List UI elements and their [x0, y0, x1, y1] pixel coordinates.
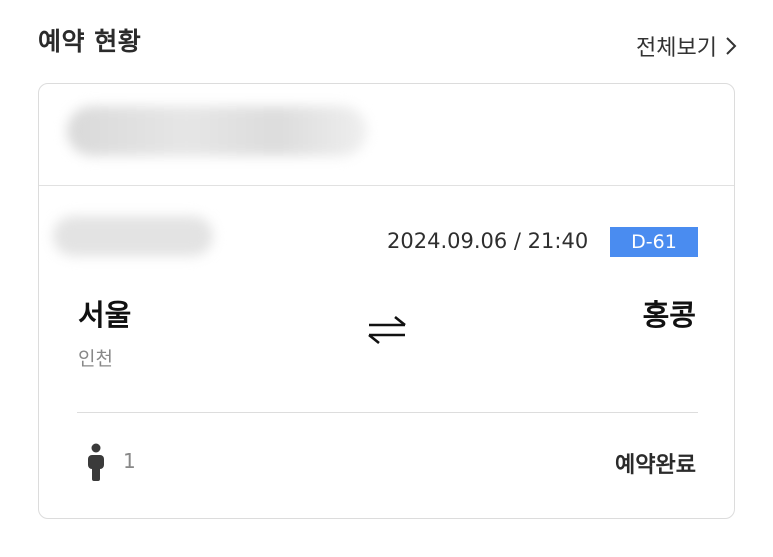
- blurred-reservation-name: [67, 106, 367, 156]
- chevron-right-icon: [726, 37, 737, 55]
- view-all-label: 전체보기: [636, 36, 717, 61]
- departure-city: 서울: [78, 298, 132, 332]
- departure-datetime: 2024.09.06 / 21:40: [387, 229, 589, 253]
- departure-airport: 인천: [78, 348, 113, 370]
- dday-badge: D-61: [610, 227, 698, 257]
- view-all-link[interactable]: 전체보기: [636, 30, 737, 62]
- arrival-city: 홍콩: [642, 298, 696, 332]
- page-title: 예약 현황: [38, 27, 142, 56]
- person-icon: [88, 443, 104, 481]
- divider: [77, 412, 698, 413]
- reservation-card[interactable]: 2024.09.06 / 21:40 D-61 서울 인천 홍콩 1 예약완료: [38, 83, 735, 519]
- blurred-flight-info: [53, 216, 213, 256]
- swap-arrows-icon: [368, 316, 406, 344]
- card-header: [39, 84, 734, 186]
- status-label: 예약완료: [615, 453, 696, 478]
- passenger-count: 1: [123, 449, 136, 473]
